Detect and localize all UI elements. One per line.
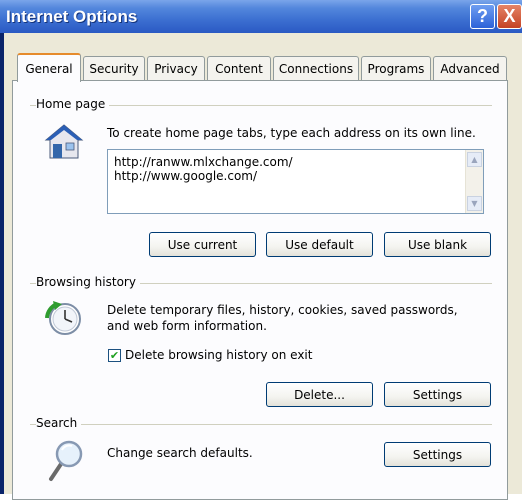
window-title: Internet Options — [6, 7, 138, 26]
browsing-history-description-line1: Delete temporary files, history, cookies… — [107, 303, 458, 317]
delete-on-exit-label[interactable]: Delete browsing history on exit — [125, 347, 312, 363]
search-group-line — [30, 424, 492, 425]
tab-label: Privacy — [154, 61, 198, 76]
tab-label: Content — [215, 61, 263, 76]
tab-content[interactable]: Content — [207, 56, 271, 80]
close-button[interactable]: X — [497, 4, 522, 29]
tab-label: General — [25, 61, 73, 76]
tab-label: Connections — [278, 61, 354, 76]
history-icon — [44, 298, 84, 338]
search-icon — [46, 440, 86, 482]
use-default-button[interactable]: Use default — [266, 232, 373, 257]
help-button[interactable]: ? — [470, 4, 495, 29]
tab-advanced[interactable]: Advanced — [433, 56, 507, 80]
home-page-group-label: Home page — [36, 97, 110, 111]
title-bar[interactable]: Internet Options ? X — [0, 0, 522, 33]
tab-general[interactable]: General — [17, 53, 81, 82]
search-settings-label: Settings — [412, 447, 463, 462]
home-page-addresses-field[interactable]: http://ranww.mlxchange.com/ http://www.g… — [107, 149, 484, 214]
use-current-button[interactable]: Use current — [149, 232, 256, 257]
delete-button[interactable]: Delete... — [266, 382, 373, 407]
delete-button-label: Delete... — [294, 387, 345, 402]
help-icon: ? — [477, 6, 488, 26]
tab-label: Security — [89, 61, 139, 76]
history-settings-button[interactable]: Settings — [384, 382, 491, 407]
tab-security[interactable]: Security — [83, 56, 145, 80]
addresses-scrollbar[interactable]: ▲ ▼ — [465, 150, 483, 213]
home-page-address: http://www.google.com/ — [114, 169, 258, 183]
use-blank-label: Use blank — [407, 237, 468, 252]
home-page-address: http://ranww.mlxchange.com/ — [114, 155, 293, 169]
delete-on-exit-checkbox[interactable]: ✔ — [108, 349, 121, 362]
browsing-history-group-label: Browsing history — [36, 275, 140, 289]
checkmark-icon: ✔ — [109, 349, 120, 362]
use-blank-button[interactable]: Use blank — [384, 232, 491, 257]
tab-privacy[interactable]: Privacy — [147, 56, 205, 80]
use-default-label: Use default — [285, 237, 354, 252]
scroll-up-arrow-icon[interactable]: ▲ — [467, 152, 482, 167]
close-icon: X — [503, 6, 516, 26]
search-group-label: Search — [36, 416, 82, 430]
home-page-description: To create home page tabs, type each addr… — [107, 126, 476, 140]
use-current-label: Use current — [167, 237, 238, 252]
search-description: Change search defaults. — [107, 446, 253, 460]
browsing-history-description-line2: and web form information. — [107, 319, 267, 333]
search-settings-button[interactable]: Settings — [384, 442, 491, 467]
general-tab-panel — [12, 80, 508, 500]
tab-connections[interactable]: Connections — [273, 56, 359, 80]
tab-label: Advanced — [440, 61, 500, 76]
tab-programs[interactable]: Programs — [361, 56, 431, 80]
history-settings-label: Settings — [412, 387, 463, 402]
internet-options-window: Internet Options ? X General Security Pr… — [0, 0, 522, 500]
home-icon — [44, 122, 84, 162]
scroll-down-arrow-icon[interactable]: ▼ — [467, 196, 482, 211]
tab-label: Programs — [367, 61, 425, 76]
